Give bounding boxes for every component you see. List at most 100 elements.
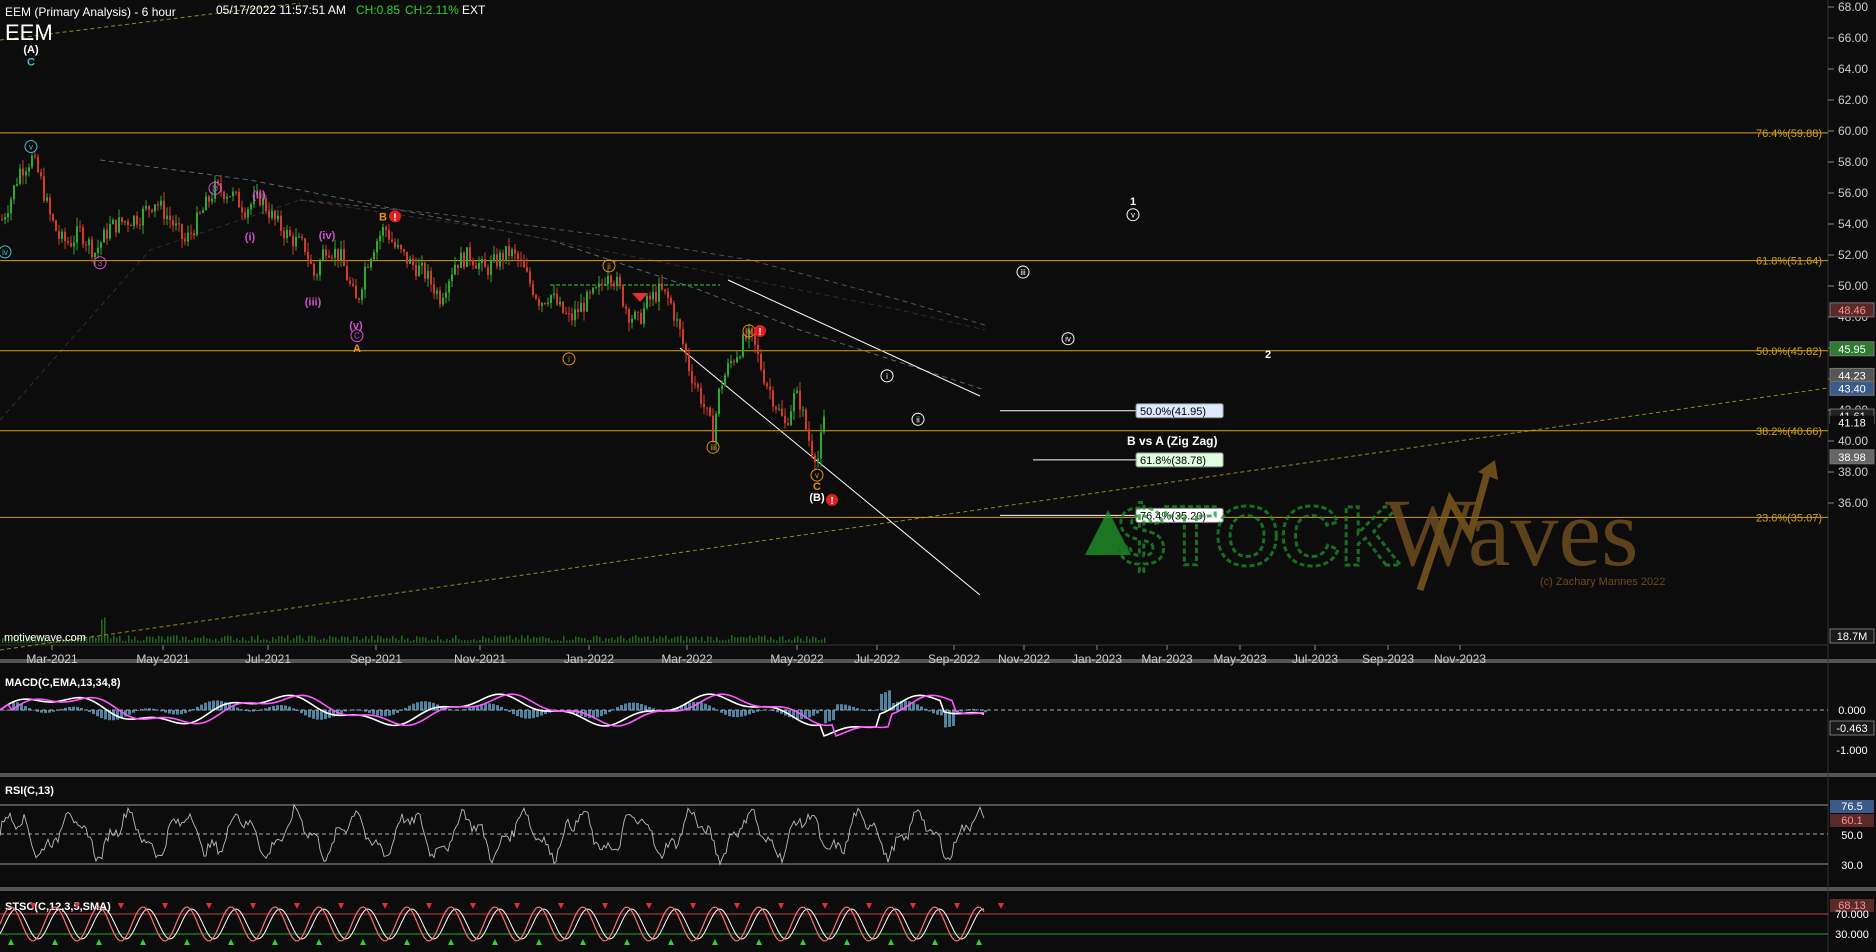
price-tick-label: 66.00	[1838, 31, 1868, 45]
macd-histogram-bar	[344, 710, 347, 712]
candle-body	[52, 214, 54, 221]
macd-histogram-bar	[236, 707, 239, 711]
volume-bar	[116, 637, 118, 643]
volume-bar	[617, 636, 619, 643]
volume-bar	[335, 637, 337, 643]
macd-histogram-bar	[940, 710, 943, 716]
candle-body	[379, 235, 381, 242]
volume-bar	[125, 640, 127, 643]
macd-histogram-bar	[920, 706, 923, 711]
volume-bar	[575, 636, 577, 643]
macd-histogram-bar	[44, 710, 47, 713]
time-tick-label: Nov-2021	[454, 652, 506, 666]
watermark-stock: $TOCK	[1118, 489, 1401, 583]
volume-bar	[311, 635, 313, 643]
volume-bar	[680, 635, 682, 643]
candle-body	[382, 227, 384, 236]
candle-body	[454, 264, 456, 275]
volume-bar	[221, 637, 223, 643]
candle-body	[304, 238, 306, 253]
candle-body	[157, 204, 159, 206]
volume-bar	[470, 639, 472, 643]
wave-label: v	[29, 143, 33, 152]
candle-body	[211, 198, 213, 202]
candle-body	[493, 254, 495, 261]
volume-bar	[662, 637, 664, 643]
macd-histogram-bar	[756, 710, 759, 712]
macd-histogram-bar	[868, 710, 871, 712]
volume-bar	[266, 639, 268, 643]
price-badge-text: 44.23	[1838, 370, 1866, 382]
macd-histogram-bar	[516, 710, 519, 717]
volume-bar	[473, 639, 475, 643]
volume-bar	[518, 639, 520, 643]
candle-body	[376, 241, 378, 253]
fib-level-label: 50.0%(45.82)	[1756, 346, 1822, 358]
candle-body	[649, 295, 651, 300]
candle-body	[148, 206, 150, 210]
price-badge-text: 41.18	[1838, 418, 1866, 430]
macd-histogram-bar	[204, 702, 207, 711]
volume-bar	[557, 639, 559, 643]
candle-body	[241, 207, 243, 213]
candle-body	[568, 313, 570, 315]
volume-bar	[752, 637, 754, 643]
candle-body	[679, 319, 681, 329]
candle-body	[226, 196, 228, 199]
macd-histogram-bar	[64, 707, 67, 711]
volume-bar	[392, 636, 394, 643]
chart-canvas[interactable]: Mar-2021 May-2021 Jul-2021 Sep-2021 Nov-2021…	[0, 0, 1876, 952]
volume-bar	[626, 640, 628, 643]
volume-bar	[695, 636, 697, 643]
candle-body	[283, 230, 285, 239]
candle-body	[7, 213, 9, 218]
volume-bar	[806, 636, 808, 643]
candle-body	[82, 227, 84, 245]
macd-histogram-bar	[308, 710, 311, 718]
symbol-label: EEM	[5, 20, 53, 45]
candle-body	[40, 171, 42, 177]
volume-bar	[743, 637, 745, 643]
volume-bar	[521, 635, 523, 643]
panel-separator[interactable]	[0, 773, 1876, 777]
candle-body	[805, 409, 807, 430]
volume-bar	[689, 638, 691, 643]
candle-body	[616, 276, 618, 287]
macd-histogram-bar	[812, 710, 815, 716]
volume-bar	[776, 640, 778, 643]
candle-body	[328, 255, 330, 258]
candle-body	[271, 210, 273, 218]
candle-body	[517, 253, 519, 260]
volume-bar	[587, 640, 589, 643]
projection-label: 50.0%(41.95)	[1140, 406, 1206, 418]
time-tick-label: Jan-2022	[564, 652, 614, 666]
volume-bar	[812, 636, 814, 643]
rsi-level-30: 30.0	[1841, 860, 1862, 872]
macd-histogram-bar	[528, 710, 531, 719]
wave-label: iii	[710, 443, 716, 452]
volume-bar	[671, 638, 673, 643]
candle-body	[394, 241, 396, 248]
candle-body	[499, 252, 501, 267]
candle-body	[703, 403, 705, 408]
source-label: motivewave.com	[4, 632, 86, 644]
volume-bar	[458, 639, 460, 643]
panel-separator[interactable]	[0, 887, 1876, 891]
candle-body	[511, 249, 513, 256]
candle-body	[295, 236, 297, 247]
volume-bar	[482, 635, 484, 643]
volume-bar	[593, 636, 595, 643]
macd-histogram-bar	[148, 708, 151, 711]
volume-bar	[740, 636, 742, 643]
time-tick-label: Mar-2022	[661, 652, 713, 666]
macd-histogram-bar	[760, 710, 763, 711]
candle-body	[631, 318, 633, 323]
volume-bar	[212, 640, 214, 643]
volume-bar	[158, 635, 160, 643]
macd-histogram-bar	[728, 710, 731, 717]
volume-bar	[233, 640, 235, 643]
candle-body	[37, 156, 39, 172]
volume-bar	[815, 637, 817, 643]
volume-bar	[314, 636, 316, 643]
volume-bar	[746, 637, 748, 643]
